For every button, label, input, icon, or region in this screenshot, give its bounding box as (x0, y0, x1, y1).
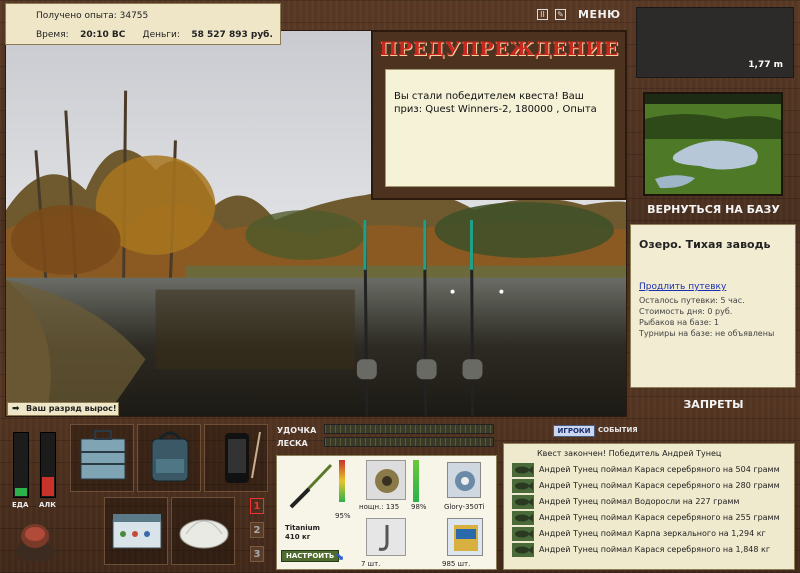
hook-icon[interactable] (366, 518, 406, 556)
rod-line-status: УДОЧКА ЛЕСКА (277, 421, 497, 451)
location-panel: Озеро. Тихая заводь Продлить путевку Ост… (630, 224, 796, 388)
inventory-slot-tacklebox[interactable] (70, 424, 134, 492)
tackle-panel: 95% Titanium 410 кг НАСТРОИТЬ ⬊ нощн.: 1… (276, 455, 497, 570)
rod-name: Titanium (285, 524, 320, 532)
warning-message: Вы стали победителем квеста! Ваш приз: Q… (385, 69, 615, 187)
tackle-box-icon (80, 430, 126, 480)
inventory-slot-backpack[interactable] (137, 424, 201, 492)
rod-icon[interactable] (283, 459, 339, 514)
alcohol-label: АЛК (39, 501, 56, 509)
rod-percent: 95% (335, 512, 351, 520)
fish-icon (512, 511, 534, 525)
rod-slot-2[interactable]: 2 (250, 522, 264, 538)
food-meter (13, 432, 29, 498)
setup-arrow-icon: ⬊ (335, 550, 345, 563)
rod-slot-3[interactable]: 3 (250, 546, 264, 562)
reel-percent: 98% (411, 503, 427, 511)
extend-voucher-link[interactable]: Продлить путевку (639, 282, 726, 292)
backpack-icon (151, 431, 189, 482)
line-tension-bar (324, 437, 494, 447)
time-value: 20:10 ВС (80, 30, 126, 40)
alcohol-meter-fill (42, 476, 54, 496)
info-fishers: Рыбаков на базе: 1 (639, 318, 719, 327)
events-log: Квест закончен! Победитель Андрей Тунец … (503, 443, 795, 570)
rod-tension-bar (324, 424, 494, 434)
settings-icon[interactable]: ✎ (555, 9, 566, 20)
experience-label: Получено опыта: (36, 11, 117, 21)
return-to-base-button[interactable]: ВЕРНУТЬСЯ НА БАЗУ (631, 203, 796, 216)
event-item: Андрей Тунец поймал Водоросли на 227 гра… (539, 497, 740, 506)
tab-events[interactable]: СОБЫТИЯ (598, 426, 638, 434)
event-item: Андрей Тунец поймал Карася серебряного н… (539, 465, 780, 474)
rank-notice: ➡ Ваш разряд вырос! (7, 402, 119, 416)
food-meter-fill (15, 488, 27, 496)
bait-box-icon (112, 514, 162, 549)
line-spool-icon[interactable] (447, 462, 481, 498)
rod-weight: 410 кг (285, 533, 311, 541)
fish-icon (512, 479, 534, 493)
location-info: Осталось путевки: 5 час. Стоимость дня: … (639, 295, 774, 339)
depth-value: 1,77 m (748, 60, 783, 70)
lake-thumbnail (643, 92, 783, 196)
experience-value: 34755 (119, 11, 149, 21)
stats-panel: Получено опыта: 34755 Время: 20:10 ВС Де… (5, 3, 281, 45)
info-cost: Стоимость дня: 0 руб. (639, 307, 733, 316)
tab-players[interactable]: ИГРОКИ (553, 425, 595, 437)
inventory-slot-keepnet[interactable] (171, 497, 235, 565)
bait-icon[interactable] (447, 518, 483, 556)
info-remaining: Осталось путевки: 5 час. (639, 296, 745, 305)
rod-slot-1[interactable]: 1 (250, 498, 264, 514)
keepnet-icon (179, 519, 229, 549)
setup-button[interactable]: НАСТРОИТЬ (281, 550, 340, 562)
warning-title: ПРЕДУПРЕЖДЕНИЕ (379, 38, 619, 60)
rod-stand-icon (250, 430, 262, 480)
location-name: Озеро. Тихая заводь (639, 238, 771, 251)
menu-button[interactable]: МЕНЮ (578, 8, 621, 21)
rod-condition-bar (339, 460, 345, 502)
reel-label: нощн.: 135 (359, 503, 400, 511)
event-item: Андрей Тунец поймал Карася серебряного н… (539, 481, 780, 490)
alcohol-meter (40, 432, 56, 498)
fish-icon (512, 495, 534, 509)
bans-button[interactable]: ЗАПРЕТЫ (631, 398, 796, 411)
money-value: 58 527 893 руб. (191, 30, 273, 40)
rod-label: УДОЧКА (277, 426, 317, 435)
food-label: ЕДА (12, 501, 29, 509)
rank-notice-text: Ваш разряд вырос! (26, 404, 117, 413)
arrow-icon: ➡ (12, 404, 20, 414)
money-label: Деньги: (142, 30, 180, 40)
fish-icon (512, 463, 534, 477)
hook-count: 7 шт. (361, 560, 381, 568)
fish-icon (512, 543, 534, 557)
inventory-slot-box[interactable] (104, 497, 168, 565)
warning-dialog: ПРЕДУПРЕЖДЕНИЕ Вы стали победителем квес… (371, 30, 627, 200)
time-label: Время: (36, 30, 69, 40)
pause-icon[interactable]: II (537, 9, 548, 20)
bait-count: 985 шт. (442, 560, 471, 568)
line-name: Glory-350Ti (444, 503, 485, 511)
reel-icon[interactable] (366, 460, 406, 500)
reel-condition-bar (413, 460, 419, 502)
event-item: Андрей Тунец поймал Карася серебряного н… (539, 545, 771, 554)
event-headline: Квест закончен! Победитель Андрей Тунец (537, 449, 722, 458)
event-item: Андрей Тунец поймал Карася серебряного н… (539, 513, 780, 522)
line-label: ЛЕСКА (277, 439, 308, 448)
info-tournaments: Турниры на базе: не объявлены (639, 329, 775, 338)
bait-bucket-icon[interactable] (10, 514, 60, 564)
event-item: Андрей Тунец поймал Карпа зеркального на… (539, 529, 766, 538)
depth-sounder: 1,77 m (636, 7, 794, 78)
fish-icon (512, 527, 534, 541)
